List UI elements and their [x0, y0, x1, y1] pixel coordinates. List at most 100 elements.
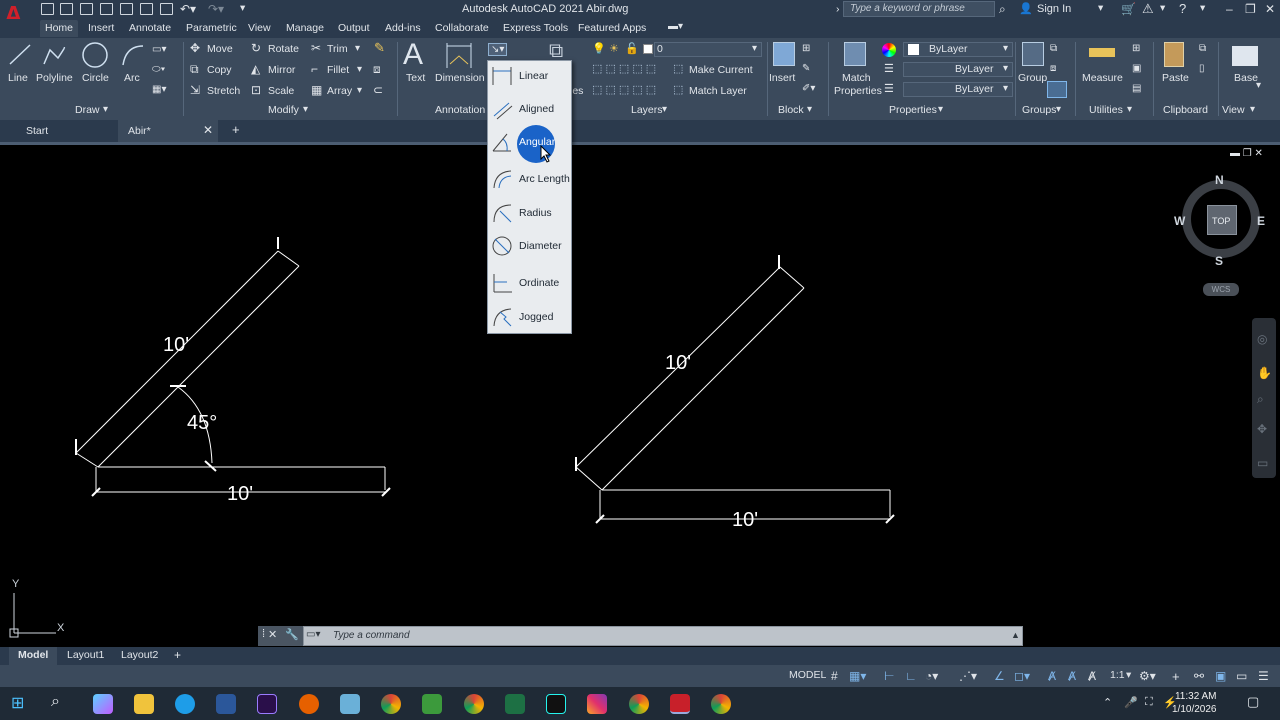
- stretch-icon[interactable]: ⇲: [190, 83, 200, 97]
- paste-button[interactable]: Paste: [1162, 72, 1189, 84]
- tab-home[interactable]: Home: [40, 20, 79, 37]
- base-dropdown-icon[interactable]: ▾: [1256, 80, 1261, 91]
- orbit-icon[interactable]: ✥: [1257, 422, 1267, 436]
- measure-button[interactable]: Measure: [1082, 72, 1123, 84]
- help-dropdown-icon[interactable]: ▾: [1200, 2, 1205, 14]
- ribbon-toggle-icon[interactable]: ▬▾: [668, 21, 683, 32]
- tab-model[interactable]: Model: [18, 649, 48, 661]
- properties-panel-expand-icon[interactable]: ▾: [938, 104, 943, 115]
- firefox-icon[interactable]: [299, 694, 319, 714]
- group-button[interactable]: Group: [1018, 72, 1047, 84]
- tab-express-tools[interactable]: Express Tools: [503, 22, 568, 34]
- windows-start-icon[interactable]: ⊞: [11, 693, 24, 713]
- grid-icon[interactable]: #: [831, 669, 838, 683]
- save-as-icon[interactable]: [100, 3, 113, 15]
- groups-panel-expand-icon[interactable]: ▾: [1056, 104, 1061, 115]
- copy-clip-icon[interactable]: ⧉: [1199, 43, 1206, 54]
- add-layout-icon[interactable]: +: [174, 648, 181, 662]
- pan-icon[interactable]: ✋: [1257, 366, 1272, 380]
- group-icon[interactable]: [1022, 42, 1044, 66]
- ellipse-icon[interactable]: ⬭▾: [152, 64, 165, 75]
- text-button[interactable]: Text: [406, 72, 425, 84]
- match-layer-icon[interactable]: ⬚: [673, 83, 683, 96]
- layer-lock-icon[interactable]: 🔓: [625, 42, 639, 55]
- new-file-icon[interactable]: [41, 3, 54, 15]
- group-edit-icon[interactable]: ⧈: [1050, 63, 1056, 74]
- ortho-icon[interactable]: ∟: [905, 669, 917, 683]
- angle-dimension[interactable]: 45°: [187, 412, 217, 435]
- workspace-gear-icon[interactable]: ⚙▾: [1139, 669, 1156, 683]
- notes-icon[interactable]: [340, 694, 360, 714]
- clean-screen-icon[interactable]: ▭: [1236, 669, 1247, 683]
- minimize-icon[interactable]: –: [1226, 2, 1233, 16]
- undo-icon[interactable]: ↶▾: [180, 2, 196, 16]
- measure-icon[interactable]: [1089, 48, 1115, 57]
- layers-panel-expand-icon[interactable]: ▾: [662, 104, 667, 115]
- match-properties-icon[interactable]: [844, 42, 866, 66]
- showmotion-icon[interactable]: ▭: [1257, 456, 1268, 470]
- network-icon[interactable]: ⛶: [1145, 696, 1153, 709]
- right-base-dimension[interactable]: 10': [732, 509, 758, 532]
- draw-panel-expand-icon[interactable]: ▾: [103, 104, 108, 115]
- modify-panel-label[interactable]: Modify: [268, 104, 299, 116]
- trim-dropdown-icon[interactable]: ▾: [355, 43, 360, 54]
- linetype-icon[interactable]: ☰: [884, 82, 894, 95]
- line-button[interactable]: Line: [8, 72, 28, 84]
- edge-icon[interactable]: [175, 694, 195, 714]
- arc-icon[interactable]: [120, 42, 146, 68]
- copy-button[interactable]: Copy: [207, 64, 232, 76]
- save-web-icon[interactable]: [140, 3, 153, 15]
- select-all-icon[interactable]: ▣: [1132, 63, 1141, 74]
- tab-start[interactable]: Start: [26, 125, 48, 137]
- command-line-input[interactable]: [303, 626, 1023, 646]
- open-web-icon[interactable]: [120, 3, 133, 15]
- open-file-icon[interactable]: [60, 3, 73, 15]
- right-length-dimension[interactable]: 10': [665, 352, 691, 375]
- edit-block-icon[interactable]: ✎: [802, 63, 810, 74]
- copy-icon[interactable]: ⧉: [190, 62, 199, 77]
- command-placeholder[interactable]: Type a command: [333, 630, 410, 641]
- insert-block-icon[interactable]: [773, 42, 795, 66]
- group-selection-icon[interactable]: [1047, 81, 1067, 98]
- cart-icon[interactable]: 🛒: [1121, 2, 1136, 16]
- array-icon[interactable]: ▦: [311, 83, 322, 97]
- circle-icon[interactable]: [81, 41, 109, 69]
- layer-tool-icon[interactable]: ⬚ ⬚ ⬚ ⬚ ⬚: [592, 83, 656, 96]
- match-properties-button-line2[interactable]: Properties: [834, 85, 882, 97]
- tab-featured-apps[interactable]: Featured Apps: [578, 22, 646, 34]
- object-snap-tracking-icon[interactable]: ∠: [994, 669, 1005, 683]
- compass-east[interactable]: E: [1257, 214, 1265, 228]
- annotation-monitor-icon[interactable]: +: [1172, 669, 1180, 684]
- match-properties-button[interactable]: Match: [842, 72, 871, 84]
- drawing-geometry[interactable]: [0, 145, 1280, 645]
- notifications-icon[interactable]: ▢: [1247, 694, 1259, 710]
- word-icon[interactable]: [216, 694, 236, 714]
- base-view-icon[interactable]: [1232, 46, 1258, 66]
- move-button[interactable]: Move: [207, 43, 233, 55]
- view-panel-expand-icon[interactable]: ▾: [1250, 104, 1255, 115]
- array-dropdown-icon[interactable]: ▾: [357, 85, 362, 96]
- zoom-extents-icon[interactable]: ⌕: [1257, 392, 1264, 407]
- erase-icon[interactable]: ✎: [374, 40, 385, 56]
- copilot-icon[interactable]: [93, 694, 113, 714]
- match-layer-button[interactable]: Match Layer: [689, 85, 747, 97]
- snap-icon[interactable]: ▦▾: [849, 669, 866, 683]
- color-dropdown-arrow-icon[interactable]: ▾: [1003, 43, 1008, 54]
- chrome-icon[interactable]: [381, 694, 401, 714]
- tab-annotate[interactable]: Annotate: [129, 22, 171, 34]
- tab-parametric[interactable]: Parametric: [186, 22, 237, 34]
- model-space-toggle[interactable]: MODEL: [789, 669, 826, 681]
- utilities-panel-label[interactable]: Utilities: [1089, 104, 1123, 116]
- tab-layout1[interactable]: Layout1: [67, 649, 104, 661]
- tab-add-ins[interactable]: Add-ins: [385, 22, 421, 34]
- taskbar-search-icon[interactable]: ⌕: [51, 693, 60, 711]
- arc-button[interactable]: Arc: [124, 72, 140, 84]
- fillet-dropdown-icon[interactable]: ▾: [357, 64, 362, 75]
- menu-item-aligned[interactable]: Aligned: [487, 94, 572, 124]
- utilities-panel-expand-icon[interactable]: ▾: [1127, 104, 1132, 115]
- polyline-icon[interactable]: [42, 42, 68, 68]
- polar-icon[interactable]: ◔▾: [925, 669, 938, 683]
- sign-in-button[interactable]: Sign In: [1037, 3, 1071, 15]
- tab-insert[interactable]: Insert: [88, 22, 114, 34]
- instagram-icon[interactable]: [587, 694, 607, 714]
